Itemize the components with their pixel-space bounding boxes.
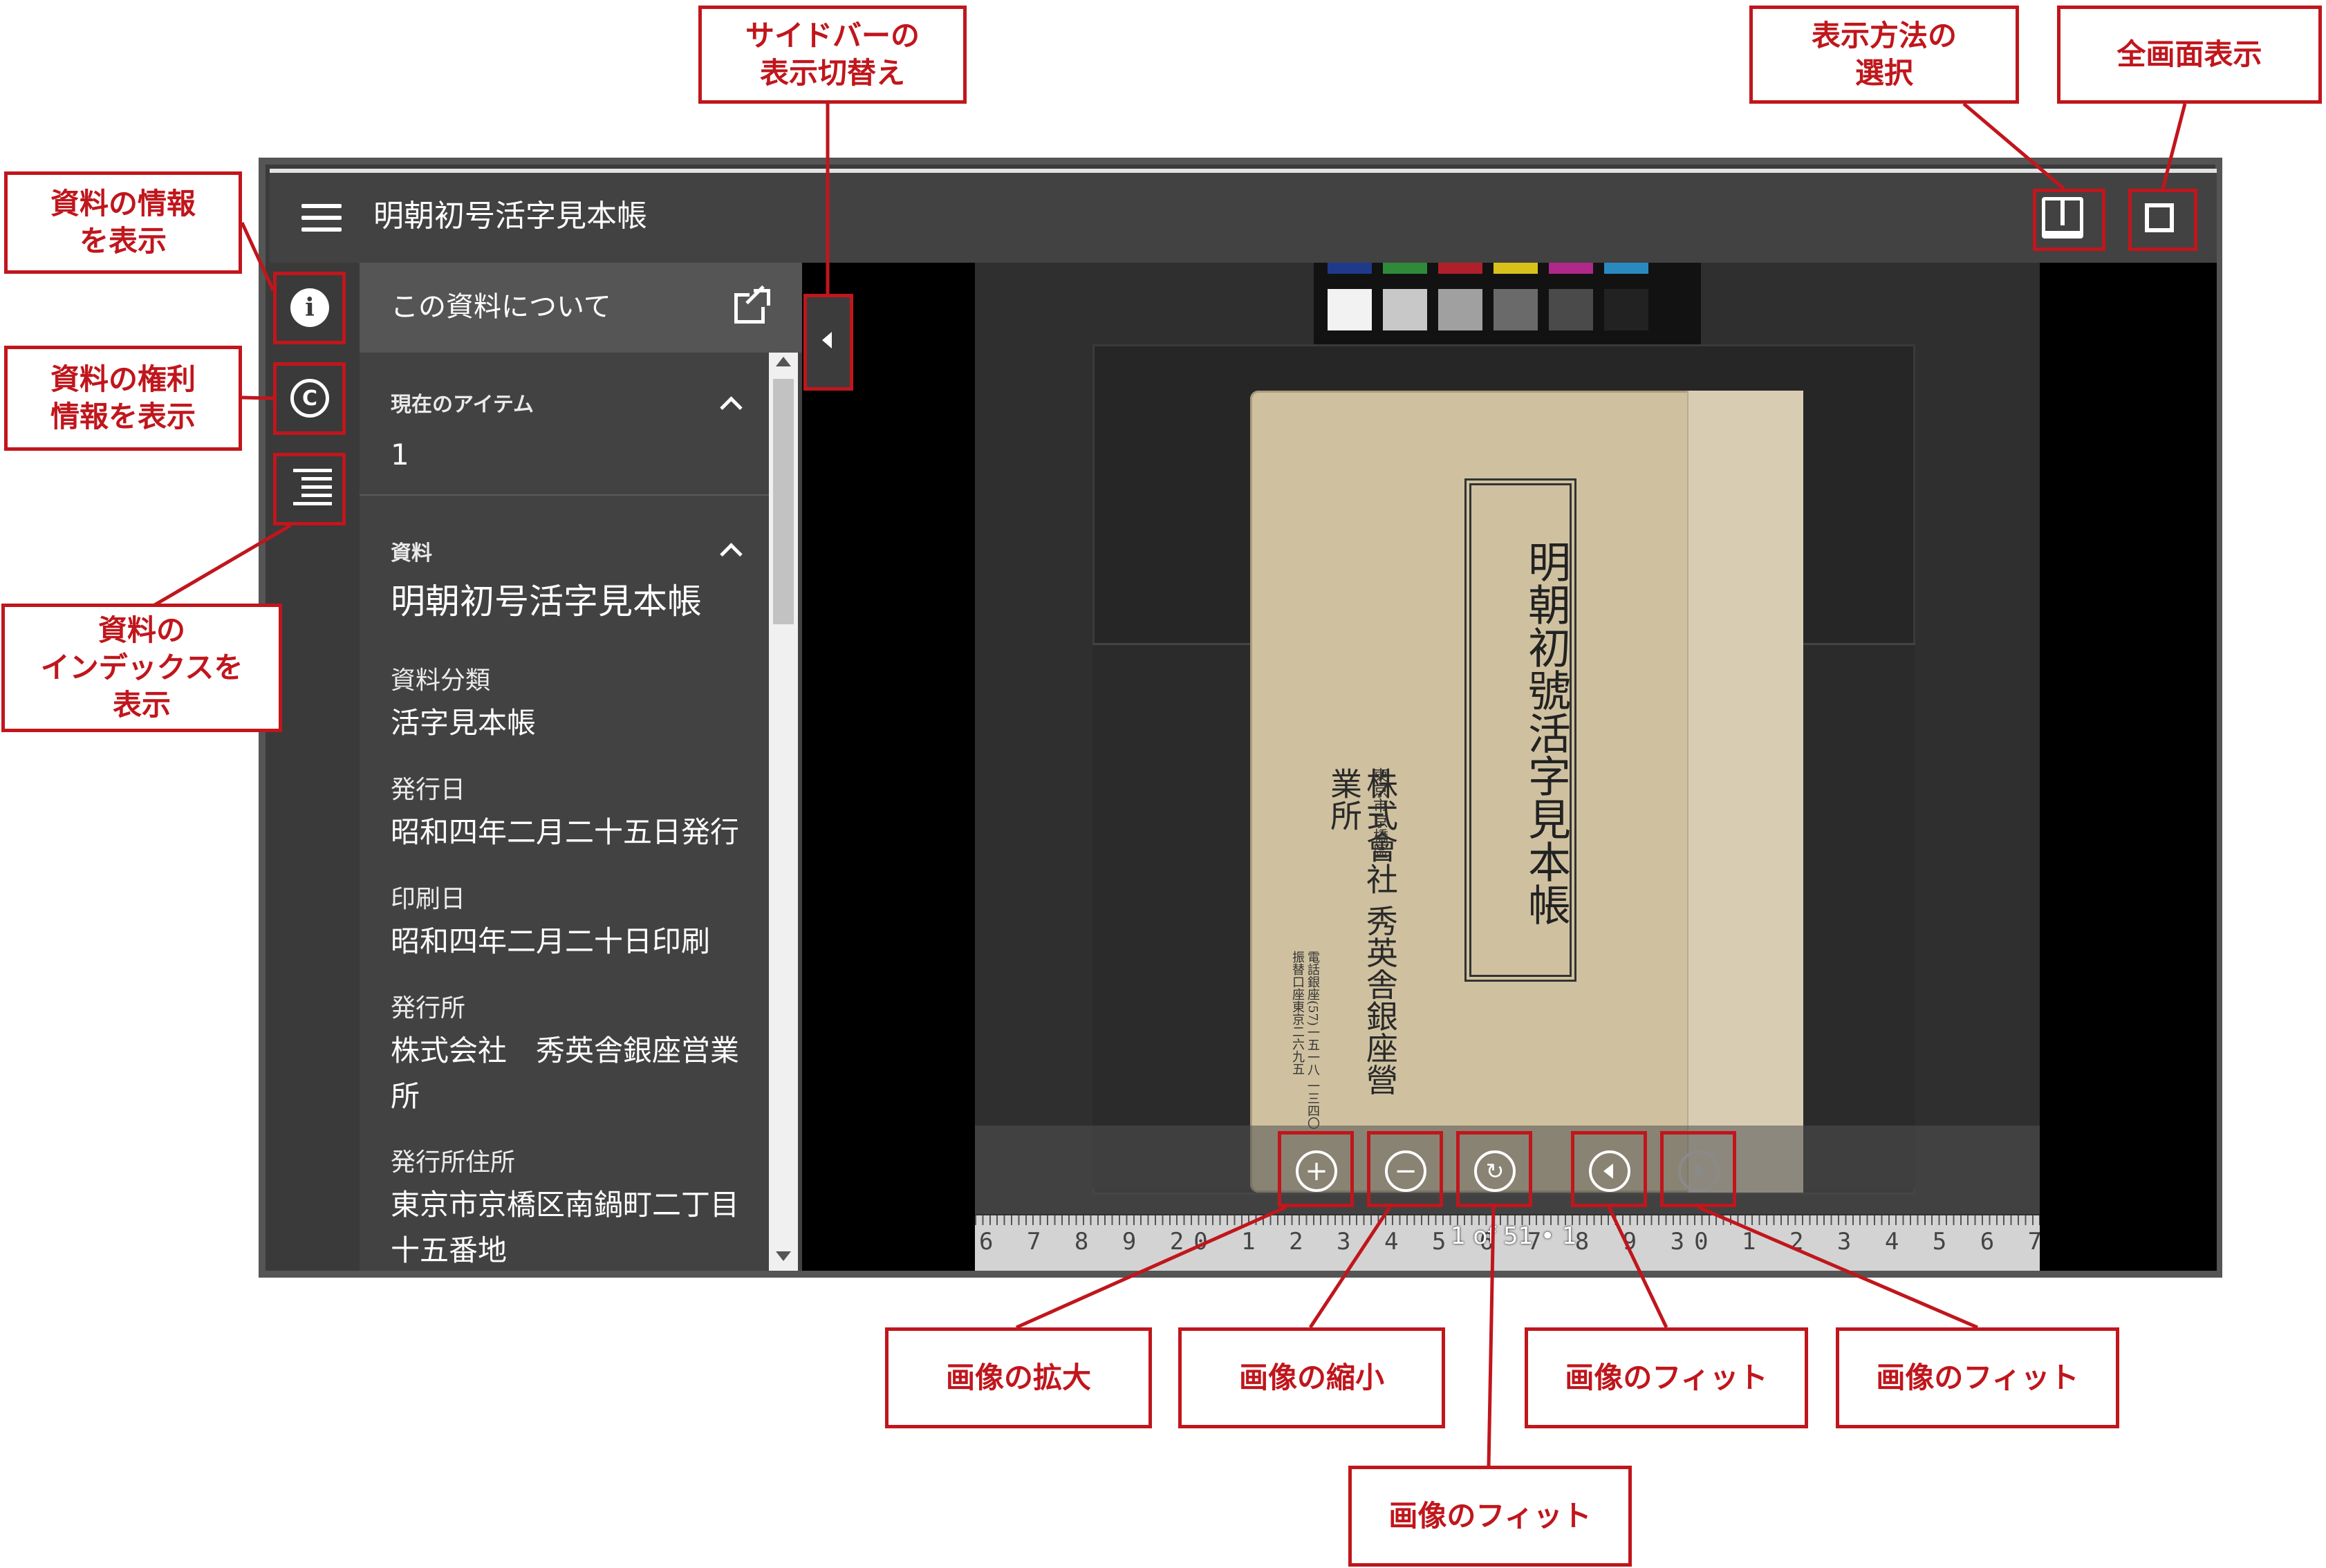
callout-rights: 資料の権利 情報を表示 [4,346,242,451]
callout-zoom-in: 画像の拡大 [885,1327,1152,1428]
callout-fullscreen: 全画面表示 [2057,6,2322,104]
callout-fit-prev: 画像のフィット [1525,1327,1808,1428]
callout-index: 資料の インデックスを 表示 [1,604,282,732]
callout-info: 資料の情報 を表示 [4,171,242,274]
callout-zoom-out: 画像の縮小 [1178,1327,1445,1428]
callout-fit-next: 画像のフィット [1836,1327,2119,1428]
callout-fit-reset: 画像のフィット [1348,1466,1632,1567]
callout-view-mode: 表示方法の 選択 [1749,6,2019,104]
callout-sidebar-toggle: サイドバーの 表示切替え [698,6,967,104]
